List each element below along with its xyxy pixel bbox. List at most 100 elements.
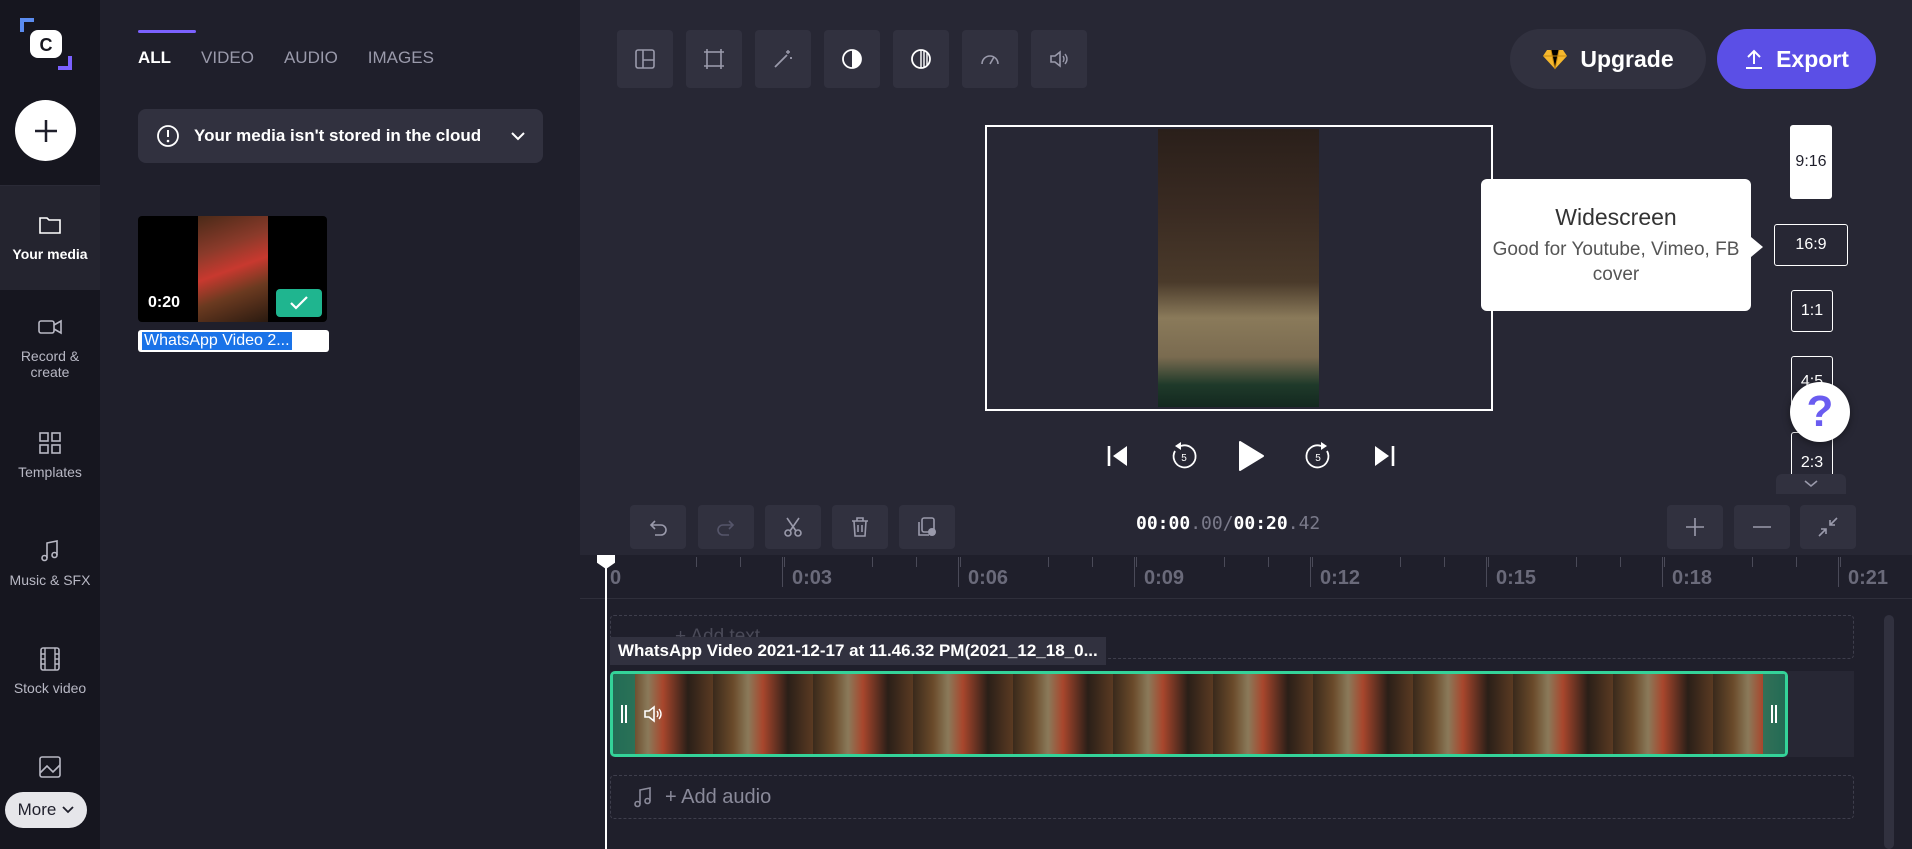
ruler-minor-tick <box>1268 557 1269 567</box>
crop-tool-button[interactable] <box>686 30 742 88</box>
plus-icon <box>1686 518 1704 536</box>
skip-to-start-icon[interactable] <box>1105 443 1131 469</box>
tab-images[interactable]: IMAGES <box>368 30 434 68</box>
time-separator: / <box>1222 513 1234 534</box>
undo-icon <box>649 520 667 536</box>
video-clip[interactable] <box>610 671 1788 757</box>
sidebar: C Your media Record & create Templates M… <box>0 0 100 849</box>
play-icon[interactable] <box>1237 440 1265 472</box>
fade-tool-button[interactable] <box>893 30 949 88</box>
ruler-tick-label: 0:09 <box>1144 567 1185 589</box>
clip-trim-handle-left[interactable] <box>613 674 635 754</box>
media-name-text: WhatsApp Video 2... <box>142 332 292 350</box>
tab-audio[interactable]: AUDIO <box>284 30 338 68</box>
more-label: More <box>17 800 57 819</box>
ruler-major-tick <box>1486 557 1487 587</box>
split-button[interactable] <box>765 505 821 549</box>
aspect-ratio-16-9[interactable]: 16:9 <box>1774 224 1848 266</box>
sidebar-item-templates[interactable]: Templates <box>0 430 100 480</box>
sidebar-item-label: Stock video <box>13 680 87 696</box>
filters-tool-button[interactable] <box>755 30 811 88</box>
audio-tool-button[interactable] <box>1031 30 1087 88</box>
sidebar-item-your-media[interactable]: Your media <box>0 186 100 290</box>
sidebar-item-label: Music & SFX <box>9 572 91 588</box>
ruler-minor-tick <box>1620 557 1621 567</box>
layout-tool-button[interactable] <box>617 30 673 88</box>
more-button[interactable]: More <box>5 792 87 828</box>
aspect-scroll-down-button[interactable] <box>1776 474 1846 494</box>
cloud-storage-notice[interactable]: Your media isn't stored in the cloud <box>138 109 543 163</box>
tooltip-description: Good for Youtube, Vimeo, FB cover <box>1492 239 1740 285</box>
ruler-minor-tick <box>916 557 917 567</box>
ruler-minor-tick <box>872 557 873 567</box>
undo-button[interactable] <box>630 505 686 549</box>
svg-text:5: 5 <box>1315 453 1321 464</box>
svg-text:C: C <box>40 35 53 55</box>
sidebar-item-record-create[interactable]: Record & create <box>0 314 100 380</box>
sidebar-item-images[interactable] <box>0 754 100 788</box>
video-frame <box>1158 129 1319 407</box>
diamond-icon <box>1543 49 1568 70</box>
media-tabs: ALL VIDEO AUDIO IMAGES <box>138 30 434 68</box>
sidebar-item-music-sfx[interactable]: Music & SFX <box>0 538 100 588</box>
ruler-minor-tick <box>740 557 741 567</box>
fade-icon <box>911 49 931 69</box>
adjust-colors-tool-button[interactable] <box>824 30 880 88</box>
aspect-ratio-9-16[interactable]: 9:16 <box>1790 125 1832 199</box>
add-audio-label: + Add audio <box>665 785 772 808</box>
tab-all[interactable]: ALL <box>138 30 197 68</box>
total-time: 00:20 <box>1233 513 1288 534</box>
sidebar-item-label: Record & create <box>20 348 80 380</box>
add-audio-track[interactable]: + Add audio <box>610 775 1854 819</box>
ruler-minor-tick <box>1840 557 1841 567</box>
playhead[interactable] <box>605 555 607 849</box>
media-panel: ALL VIDEO AUDIO IMAGES Your media isn't … <box>100 0 580 849</box>
clip-trim-handle-right[interactable] <box>1763 674 1785 754</box>
zoom-out-button[interactable] <box>1734 505 1790 549</box>
ruler-major-tick <box>958 557 959 587</box>
ruler-minor-tick <box>1796 557 1797 567</box>
contrast-icon <box>842 49 862 69</box>
zoom-to-fit-button[interactable] <box>1800 505 1856 549</box>
ruler-minor-tick <box>784 557 785 567</box>
plus-icon <box>34 119 57 142</box>
grip-icon <box>1771 705 1777 723</box>
speed-tool-button[interactable] <box>962 30 1018 88</box>
sidebar-item-label: Your media <box>12 246 88 262</box>
redo-button[interactable] <box>698 505 754 549</box>
duplicate-button[interactable] <box>899 505 955 549</box>
forward-5s-icon[interactable]: 5 <box>1303 441 1333 471</box>
help-button[interactable]: ? <box>1790 382 1850 442</box>
delete-button[interactable] <box>832 505 888 549</box>
add-media-button[interactable] <box>15 100 76 161</box>
export-button[interactable]: Export <box>1717 29 1876 89</box>
ruler-tick-label: 0:18 <box>1672 567 1713 589</box>
sidebar-item-stock-video[interactable]: Stock video <box>0 646 100 696</box>
export-label: Export <box>1776 45 1849 72</box>
music-note-icon <box>634 787 651 808</box>
logo-icon[interactable]: C <box>20 18 72 70</box>
tab-video[interactable]: VIDEO <box>201 30 254 68</box>
video-preview-canvas[interactable] <box>985 125 1493 411</box>
media-name-field[interactable]: WhatsApp Video 2... <box>138 330 329 352</box>
timeline-scrollbar[interactable] <box>1884 615 1894 849</box>
clip-filmstrip <box>613 674 1785 754</box>
playback-controls: 5 5 <box>1105 440 1397 472</box>
timeline-ruler[interactable]: 0 0:03 0:06 0:09 0:12 0:15 0:18 0:21 <box>580 555 1912 599</box>
current-time: 00:00 <box>1136 513 1191 534</box>
chevron-down-icon <box>62 806 74 814</box>
ruler-minor-tick <box>1488 557 1489 567</box>
upgrade-button[interactable]: Upgrade <box>1510 29 1706 89</box>
media-thumbnail[interactable]: 0:20 <box>138 216 327 322</box>
sidebar-item-label: Templates <box>18 464 82 480</box>
aspect-ratio-1-1[interactable]: 1:1 <box>1791 290 1833 332</box>
rewind-5s-icon[interactable]: 5 <box>1169 441 1199 471</box>
skip-to-end-icon[interactable] <box>1371 443 1397 469</box>
ruler-minor-tick <box>1136 557 1137 567</box>
camera-icon <box>38 319 62 335</box>
clip-volume-icon[interactable] <box>643 704 665 729</box>
ruler-minor-tick <box>1444 557 1445 567</box>
timeline-toolbar: 00:00.00/00:20.42 <box>580 495 1912 555</box>
zoom-in-button[interactable] <box>1667 505 1723 549</box>
ruler-tick-label: 0:21 <box>1848 567 1889 589</box>
